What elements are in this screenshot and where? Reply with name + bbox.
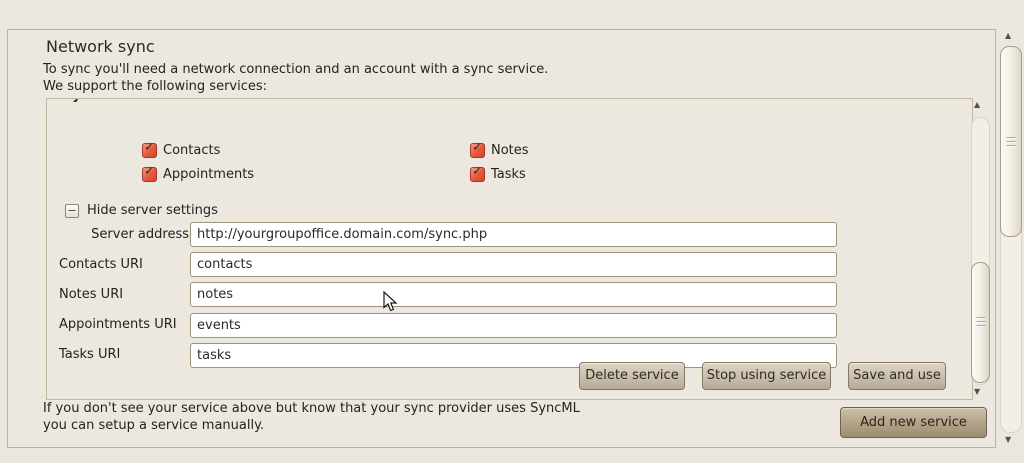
- check-icon: ✓: [144, 164, 155, 179]
- network-sync-screen: Network sync To sync you'll need a netwo…: [0, 0, 1024, 463]
- footer-line-2: you can setup a service manually.: [43, 418, 264, 433]
- tasks-checkbox[interactable]: ✓: [470, 167, 485, 182]
- description-line-2: We support the following services:: [43, 79, 267, 94]
- notes-uri-input[interactable]: [190, 282, 837, 307]
- check-icon: ✓: [472, 140, 483, 155]
- tasks-check-item: ✓ Tasks: [470, 167, 526, 182]
- server-address-input[interactable]: [190, 222, 837, 247]
- notes-checkbox-label: Notes: [491, 143, 529, 158]
- mouse-cursor: [383, 291, 399, 313]
- server-address-label: Server address: [59, 227, 189, 242]
- outer-scroll-down-icon[interactable]: ▼: [1005, 436, 1011, 444]
- appointments-uri-input[interactable]: [190, 313, 837, 338]
- contacts-checkbox[interactable]: ✓: [142, 143, 157, 158]
- stop-using-service-button[interactable]: Stop using service: [702, 362, 831, 390]
- sync-section: Sync ✓ Contacts ✓ Notes ✓ Appointments ✓…: [46, 98, 973, 400]
- page-title: Network sync: [46, 37, 155, 56]
- notes-check-item: ✓ Notes: [470, 143, 529, 158]
- appointments-check-item: ✓ Appointments: [142, 167, 254, 182]
- contacts-uri-input[interactable]: [190, 252, 837, 277]
- contacts-check-item: ✓ Contacts: [142, 143, 220, 158]
- delete-service-button[interactable]: Delete service: [579, 362, 685, 390]
- inner-scroll-up-icon[interactable]: ▲: [974, 101, 980, 109]
- notes-checkbox[interactable]: ✓: [470, 143, 485, 158]
- contacts-checkbox-label: Contacts: [163, 143, 220, 158]
- sync-legend: Sync: [63, 98, 123, 106]
- appointments-checkbox-label: Appointments: [163, 167, 254, 182]
- scrollbar-grip: [1007, 137, 1016, 148]
- outer-scroll-up-icon[interactable]: ▲: [1005, 32, 1011, 40]
- contacts-uri-label: Contacts URI: [59, 257, 189, 272]
- notes-uri-label: Notes URI: [59, 287, 189, 302]
- expander-label: Hide server settings: [87, 203, 218, 218]
- network-sync-panel: Network sync To sync you'll need a netwo…: [7, 29, 996, 448]
- description-line-1: To sync you'll need a network connection…: [43, 62, 548, 77]
- save-and-use-button[interactable]: Save and use: [848, 362, 946, 390]
- tasks-uri-label: Tasks URI: [59, 347, 189, 362]
- appointments-uri-label: Appointments URI: [59, 317, 189, 332]
- check-icon: ✓: [144, 140, 155, 155]
- check-icon: ✓: [472, 164, 483, 179]
- outer-scrollbar-thumb[interactable]: [1000, 46, 1022, 237]
- scrollbar-grip: [976, 317, 985, 328]
- inner-scrollbar-thumb[interactable]: [971, 262, 990, 383]
- footer-line-1: If you don't see your service above but …: [43, 401, 580, 416]
- server-settings-expander[interactable]: − Hide server settings: [65, 203, 218, 218]
- appointments-checkbox[interactable]: ✓: [142, 167, 157, 182]
- inner-scroll-down-icon[interactable]: ▼: [974, 388, 980, 396]
- add-new-service-button[interactable]: Add new service: [840, 407, 987, 438]
- collapse-icon[interactable]: −: [65, 204, 79, 218]
- tasks-checkbox-label: Tasks: [491, 167, 526, 182]
